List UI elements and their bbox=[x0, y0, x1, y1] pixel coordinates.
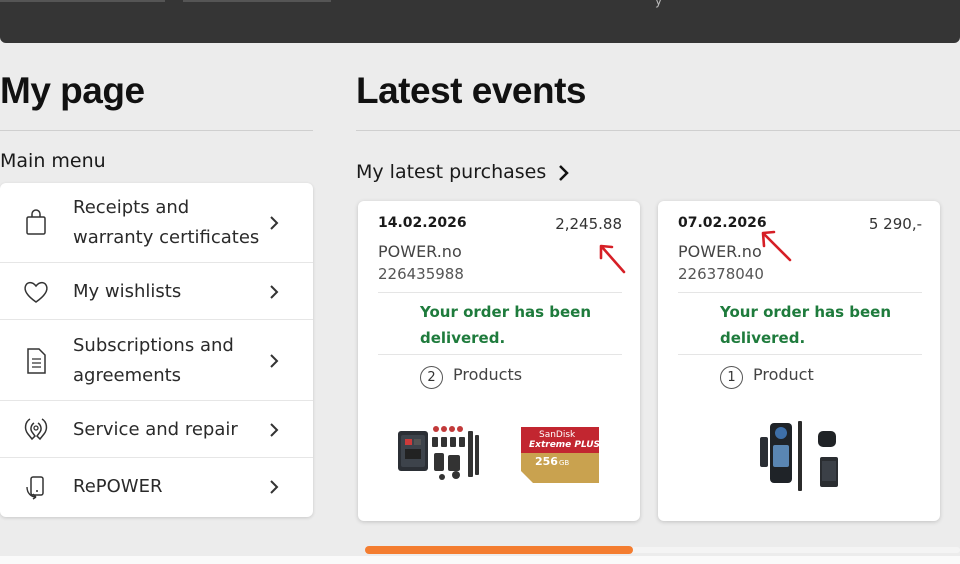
sandisk-brand-text: SanDisk bbox=[539, 430, 576, 440]
top-navigation-bar: y bbox=[0, 0, 960, 43]
divider bbox=[0, 130, 313, 131]
menu-item-label: My wishlists bbox=[73, 281, 182, 302]
main-menu-heading: Main menu bbox=[0, 150, 106, 172]
purchase-amount: 5 290,- bbox=[868, 215, 922, 233]
order-number: 226378040 bbox=[678, 265, 764, 283]
document-icon bbox=[27, 348, 46, 374]
order-status-line: delivered. bbox=[420, 329, 506, 347]
carousel-scrollbar-thumb[interactable] bbox=[365, 546, 633, 554]
order-status-line: Your order has been bbox=[420, 303, 592, 321]
red-arrow-annotation bbox=[599, 244, 626, 274]
menu-item-label: Receipts and bbox=[73, 197, 190, 218]
product-count-badge: 1 bbox=[720, 366, 743, 389]
menu-item-label: agreements bbox=[73, 365, 182, 386]
sandisk-line-text: Extreme PLUS bbox=[529, 440, 600, 450]
chevron-right-icon bbox=[270, 216, 279, 230]
chevron-right-icon[interactable] bbox=[557, 163, 569, 183]
chevron-right-icon bbox=[270, 423, 279, 437]
top-bar-text-fragment: y bbox=[655, 0, 663, 8]
divider bbox=[378, 354, 622, 355]
chevron-right-icon bbox=[270, 354, 279, 368]
chevron-right-icon bbox=[270, 480, 279, 494]
latest-events-title: Latest events bbox=[356, 70, 587, 111]
menu-item-subscriptions[interactable]: Subscriptions and agreements bbox=[0, 320, 313, 401]
menu-item-label: warranty certificates bbox=[73, 227, 260, 248]
nav-tab-edge[interactable] bbox=[0, 0, 165, 2]
order-status-line: Your order has been bbox=[720, 303, 892, 321]
recycle-device-icon bbox=[26, 476, 44, 500]
menu-item-label: Subscriptions and bbox=[73, 335, 234, 356]
purchase-card[interactable]: 14.02.2026 2,245.88 POWER.no 226435988 Y… bbox=[358, 201, 640, 521]
divider bbox=[678, 354, 922, 355]
purchase-amount: 2,245.88 bbox=[555, 215, 622, 233]
nav-tab-edge[interactable] bbox=[183, 0, 331, 2]
menu-item-label: Service and repair bbox=[73, 419, 238, 440]
order-status: Your order has been delivered. bbox=[720, 299, 910, 351]
divider bbox=[356, 130, 960, 131]
main-menu: Receipts and warranty certificates My wi… bbox=[0, 183, 313, 517]
chevron-right-icon bbox=[270, 285, 279, 299]
menu-item-receipts[interactable]: Receipts and warranty certificates bbox=[0, 183, 313, 263]
products-label: Products bbox=[453, 365, 523, 384]
product-count-badge: 2 bbox=[420, 366, 443, 389]
purchase-date: 07.02.2026 bbox=[678, 215, 767, 231]
order-status-line: delivered. bbox=[720, 329, 806, 347]
menu-item-repower[interactable]: RePOWER bbox=[0, 458, 313, 517]
order-status: Your order has been delivered. bbox=[420, 299, 610, 351]
product-image-sandisk-card: SanDisk Extreme PLUS 256 GB bbox=[521, 427, 600, 483]
divider bbox=[678, 292, 922, 293]
wrench-icon bbox=[24, 418, 48, 441]
heart-icon bbox=[24, 281, 48, 303]
purchase-date: 14.02.2026 bbox=[378, 215, 467, 231]
divider bbox=[378, 292, 622, 293]
sandisk-size-text: 256 bbox=[535, 455, 558, 468]
menu-item-label: RePOWER bbox=[73, 476, 163, 497]
sandisk-unit-text: GB bbox=[559, 459, 569, 467]
menu-item-service-repair[interactable]: Service and repair bbox=[0, 401, 313, 458]
order-number: 226435988 bbox=[378, 265, 464, 283]
products-label: Product bbox=[753, 365, 814, 384]
product-image-accessory-kit bbox=[398, 426, 479, 480]
shopping-bag-icon bbox=[26, 209, 46, 235]
store-name: POWER.no bbox=[378, 242, 462, 261]
red-arrow-annotation bbox=[761, 230, 792, 262]
page-title: My page bbox=[0, 70, 145, 111]
menu-item-wishlists[interactable]: My wishlists bbox=[0, 263, 313, 320]
purchase-card[interactable]: 07.02.2026 5 290,- POWER.no 226378040 Yo… bbox=[658, 201, 940, 521]
store-name: POWER.no bbox=[678, 242, 762, 261]
latest-purchases-link[interactable]: My latest purchases bbox=[356, 161, 546, 183]
product-image-360-camera bbox=[760, 421, 838, 491]
page-bottom-strip bbox=[0, 556, 960, 564]
